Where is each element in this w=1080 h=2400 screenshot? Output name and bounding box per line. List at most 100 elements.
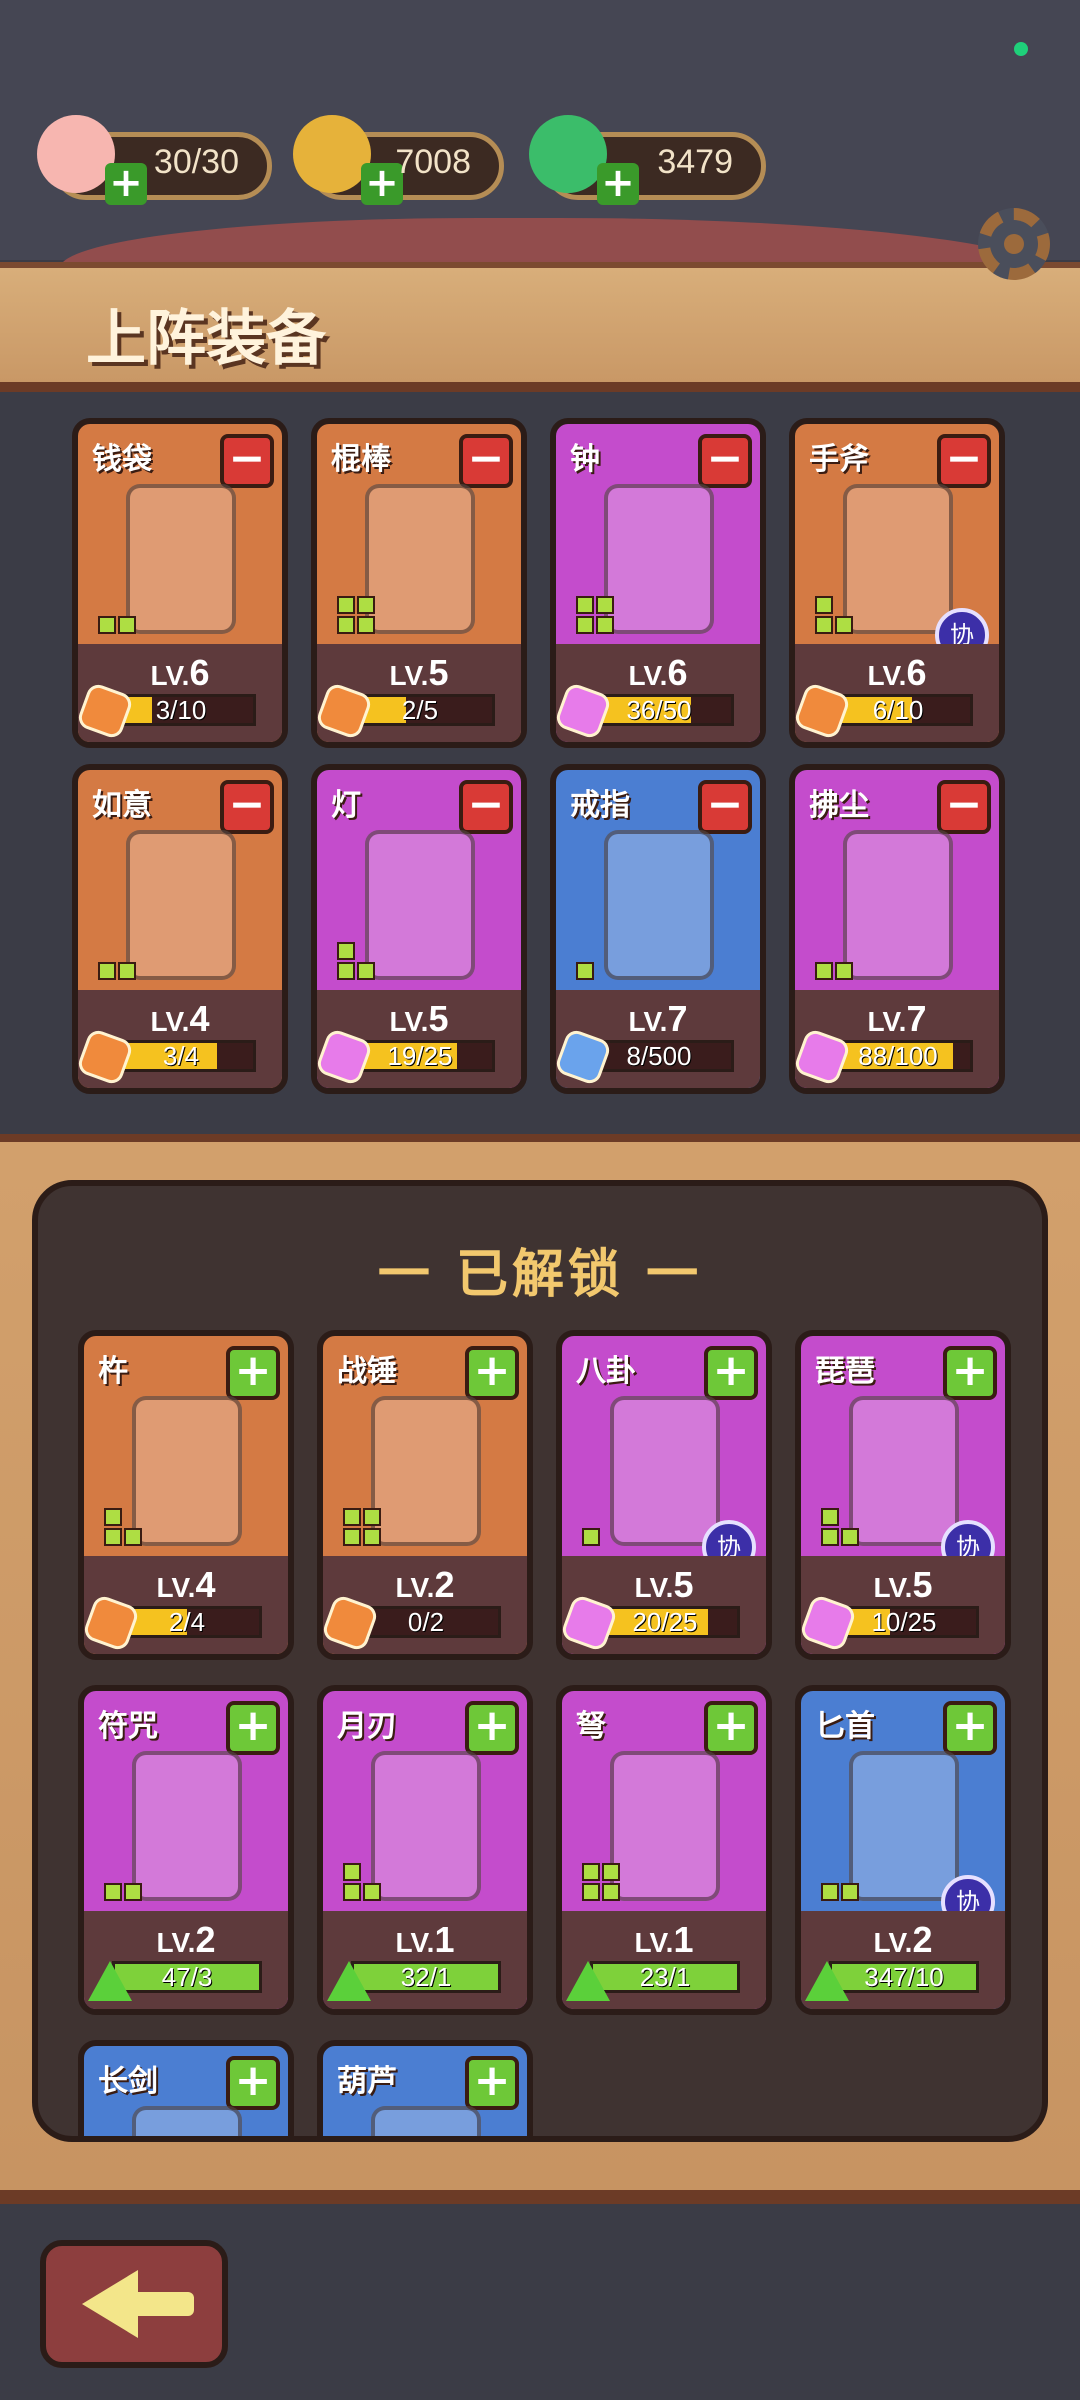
item-name: 长剑 (98, 2064, 158, 2099)
item-name: 战锤 (337, 1354, 397, 1389)
pip (576, 962, 594, 980)
card-footer: LV.2 0/2 (323, 1556, 527, 1654)
upgrade-arrow-icon (805, 1961, 849, 2001)
pip (602, 1863, 620, 1881)
jade-icon (529, 115, 607, 193)
pip (357, 616, 375, 634)
level-number: 7 (906, 998, 927, 1039)
item-name: 葫芦 (337, 2064, 397, 2099)
equipped-card[interactable]: 棍棒 − LV.5 2/5 (311, 418, 527, 748)
pip (357, 962, 375, 980)
progress-text: 47/3 (161, 1962, 213, 1992)
card-footer: LV.1 32/1 (323, 1911, 527, 2009)
equip-button[interactable]: + (943, 1701, 997, 1755)
equipped-card[interactable]: 手斧 − 协 LV.6 6/10 (789, 418, 1005, 748)
unlocked-card[interactable]: 战锤 + LV.2 0/2 (317, 1330, 533, 1660)
pip (835, 616, 853, 634)
level-number: 4 (195, 1564, 216, 1605)
equip-button[interactable]: + (465, 2056, 519, 2110)
equip-button[interactable]: + (704, 1346, 758, 1400)
progress-text: 23/1 (639, 1962, 691, 1992)
unlocked-card[interactable]: 长剑 + (78, 2040, 294, 2136)
resource-gold[interactable]: + 7008 (293, 115, 504, 205)
unlocked-card[interactable]: 符咒 + LV.2 47/3 (78, 1685, 294, 2015)
resource-jade[interactable]: + 3479 (529, 115, 766, 205)
equipped-card[interactable]: 钟 − LV.6 36/50 (550, 418, 766, 748)
level-label: LV.1 (395, 1919, 455, 1960)
equipped-card[interactable]: 拂尘 − LV.7 88/100 (789, 764, 1005, 1094)
remove-button[interactable]: − (937, 434, 991, 488)
size-pips (98, 922, 144, 982)
level-number: 1 (434, 1919, 455, 1960)
card-footer: LV.4 3/4 (78, 990, 282, 1088)
pip (835, 962, 853, 980)
equipped-card[interactable]: 戒指 − LV.7 8/500 (550, 764, 766, 1094)
remove-button[interactable]: − (220, 434, 274, 488)
pip (582, 1883, 600, 1901)
level-number: 5 (912, 1564, 933, 1605)
remove-button[interactable]: − (220, 780, 274, 834)
size-pips (104, 1488, 150, 1548)
add-peach-button[interactable]: + (105, 163, 147, 205)
card-footer: LV.5 2/5 (317, 644, 521, 742)
size-pips (815, 576, 861, 636)
equipped-card[interactable]: 如意 − LV.4 3/4 (72, 764, 288, 1094)
size-pips (98, 576, 144, 636)
card-footer: LV.7 88/100 (795, 990, 999, 1088)
equip-button[interactable]: + (226, 1701, 280, 1755)
add-jade-button[interactable]: + (597, 163, 639, 205)
progress-text: 347/10 (864, 1962, 944, 1992)
equip-button[interactable]: + (226, 2056, 280, 2110)
pip (343, 1863, 361, 1881)
pip (104, 1528, 122, 1546)
equipped-card[interactable]: 钱袋 − LV.6 3/10 (72, 418, 288, 748)
remove-button[interactable]: − (698, 434, 752, 488)
back-button[interactable] (40, 2240, 228, 2368)
progress-bar: 23/1 (590, 1961, 740, 1993)
back-arrow-tail (130, 2292, 194, 2316)
remove-button[interactable]: − (459, 780, 513, 834)
unlocked-card[interactable]: 琵琶 + 协 LV.5 10/25 (795, 1330, 1011, 1660)
pip (841, 1883, 859, 1901)
item-name: 琵琶 (815, 1354, 875, 1389)
peach-icon (37, 115, 115, 193)
level-label: LV.2 (873, 1919, 933, 1960)
equip-button[interactable]: + (704, 1701, 758, 1755)
unlocked-card[interactable]: 匕首 + 协 LV.2 347/10 (795, 1685, 1011, 2015)
size-pips (337, 576, 383, 636)
pip (343, 1528, 361, 1546)
remove-button[interactable]: − (937, 780, 991, 834)
card-footer: LV.2 347/10 (801, 1911, 1005, 2009)
remove-button[interactable]: − (698, 780, 752, 834)
remove-button[interactable]: − (459, 434, 513, 488)
gold-ruyi-icon (293, 115, 371, 193)
progress-bar: 347/10 (829, 1961, 979, 1993)
pip (98, 962, 116, 980)
card-footer: LV.7 8/500 (556, 990, 760, 1088)
unlocked-card[interactable]: 杵 + LV.4 2/4 (78, 1330, 294, 1660)
level-label: LV.2 (156, 1919, 216, 1960)
card-footer: LV.5 20/25 (562, 1556, 766, 1654)
unlocked-card[interactable]: 弩 + LV.1 23/1 (556, 1685, 772, 2015)
size-pips (582, 1488, 628, 1548)
equip-button[interactable]: + (226, 1346, 280, 1400)
pip (337, 962, 355, 980)
unlocked-card[interactable]: 八卦 + 协 LV.5 20/25 (556, 1330, 772, 1660)
pip (363, 1528, 381, 1546)
size-pips (337, 922, 383, 982)
equip-button[interactable]: + (943, 1346, 997, 1400)
pip (337, 596, 355, 614)
item-name: 灯 (331, 788, 361, 823)
equipped-card[interactable]: 灯 − LV.5 19/25 (311, 764, 527, 1094)
gear-icon[interactable] (978, 208, 1050, 280)
equip-button[interactable]: + (465, 1346, 519, 1400)
size-pips (576, 576, 622, 636)
card-footer: LV.5 19/25 (317, 990, 521, 1088)
item-name: 杵 (98, 1354, 128, 1389)
equip-button[interactable]: + (465, 1701, 519, 1755)
unlocked-card[interactable]: 月刃 + LV.1 32/1 (317, 1685, 533, 2015)
resource-peach[interactable]: + 30/30 (37, 115, 272, 205)
item-name: 钱袋 (92, 442, 152, 477)
pip (815, 962, 833, 980)
unlocked-card[interactable]: 葫芦 + (317, 2040, 533, 2136)
